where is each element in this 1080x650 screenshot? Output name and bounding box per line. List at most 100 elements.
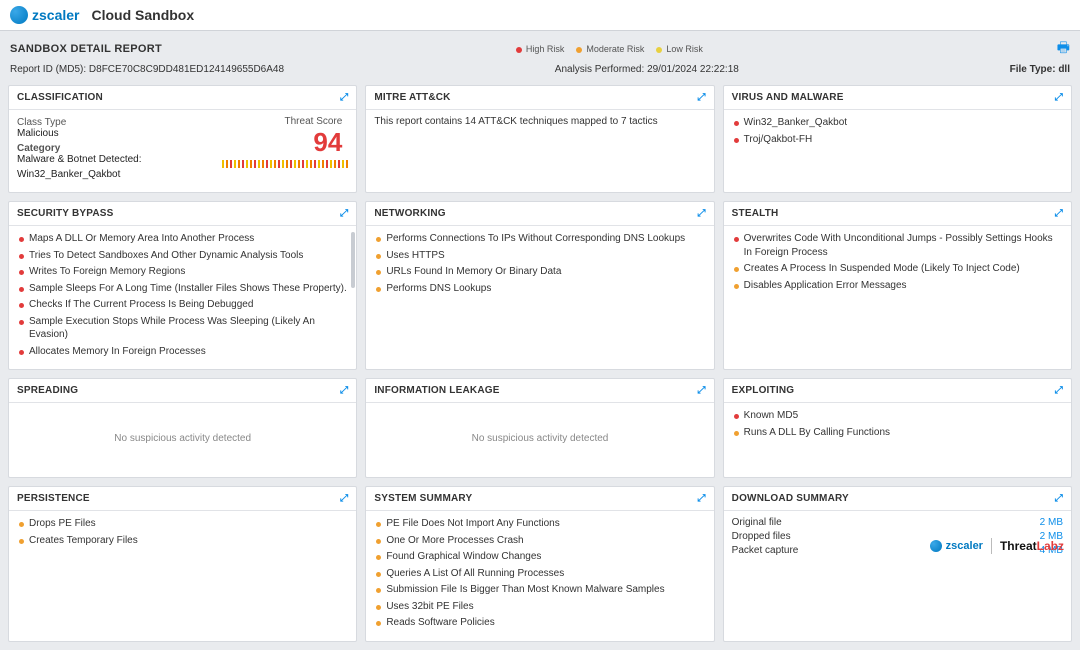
footer-divider xyxy=(991,538,992,554)
print-icon[interactable]: 🖶 xyxy=(1057,37,1070,61)
expand-icon[interactable]: ⤢ xyxy=(340,93,348,103)
expand-icon[interactable]: ⤢ xyxy=(1055,209,1063,219)
list-item: Performs DNS Lookups xyxy=(374,282,705,296)
classification-card: CLASSIFICATION ⤢ Class Type Malicious Ca… xyxy=(8,85,357,193)
risk-legend: High Risk Moderate Risk Low Risk xyxy=(516,44,703,54)
expand-icon[interactable]: ⤢ xyxy=(697,494,705,504)
legend-low: Low Risk xyxy=(656,44,703,54)
list-item: Checks If The Current Process Is Being D… xyxy=(17,298,348,312)
footer-branding: zscaler ThreatLabz xyxy=(922,534,1072,558)
list-item: Found Graphical Window Changes xyxy=(374,550,705,564)
list-item: Maps A DLL Or Memory Area Into Another P… xyxy=(17,232,348,246)
legend-moderate: Moderate Risk xyxy=(576,44,644,54)
list-item: Uses 32bit PE Files xyxy=(374,600,705,614)
expand-icon[interactable]: ⤢ xyxy=(1055,494,1063,504)
download-label: Packet capture xyxy=(732,545,799,556)
list-item: Creates Temporary Files xyxy=(17,534,348,548)
download-row: Original file 2 MB xyxy=(732,517,1063,528)
system-summary-list: PE File Does Not Import Any Functions One… xyxy=(374,517,705,630)
expand-icon[interactable]: ⤢ xyxy=(1055,386,1063,396)
list-item: Performs Connections To IPs Without Corr… xyxy=(374,232,705,246)
legend-high: High Risk xyxy=(516,44,565,54)
list-item: Overwrites Code With Unconditional Jumps… xyxy=(732,232,1063,259)
list-item: One Or More Processes Crash xyxy=(374,534,705,548)
scrollbar-icon[interactable] xyxy=(351,232,355,288)
expand-icon[interactable]: ⤢ xyxy=(340,494,348,504)
expand-icon[interactable]: ⤢ xyxy=(697,93,705,103)
expand-icon[interactable]: ⤢ xyxy=(697,209,705,219)
class-type-label: Class Type xyxy=(17,117,216,128)
virus-malware-list: Win32_Banker_QakbotTroj/Qakbot-FH xyxy=(732,116,1063,146)
stealth-list-orange: Creates A Process In Suspended Mode (Lik… xyxy=(732,262,1063,292)
card-title: INFORMATION LEAKAGE xyxy=(374,385,499,396)
list-item: Runs A DLL By Calling Functions xyxy=(732,426,1063,440)
security-bypass-card: SECURITY BYPASS ⤢ Maps A DLL Or Memory A… xyxy=(8,201,357,370)
list-item: Reads Software Policies xyxy=(374,616,705,630)
networking-list: Performs Connections To IPs Without Corr… xyxy=(374,232,705,295)
spreading-card: SPREADING ⤢ No suspicious activity detec… xyxy=(8,378,357,478)
list-item: Queries A List Of All Running Processes xyxy=(374,567,705,581)
report-id: Report ID (MD5): D8FCE70C8C9DD481ED12414… xyxy=(10,64,284,75)
topbar: zscaler Cloud Sandbox xyxy=(0,0,1080,31)
list-item: PE File Does Not Import Any Functions xyxy=(374,517,705,531)
list-item: Disables Application Error Messages xyxy=(732,279,1063,293)
list-item: Known MD5 xyxy=(732,409,1063,423)
download-summary-card: DOWNLOAD SUMMARY ⤢ Original file 2 MB Dr… xyxy=(723,486,1072,642)
card-title: CLASSIFICATION xyxy=(17,92,103,103)
empty-message: No suspicious activity detected xyxy=(374,409,705,468)
download-summary-body: Original file 2 MB Dropped files 2 MB Pa… xyxy=(724,511,1071,641)
exploiting-list-orange: Runs A DLL By Calling Functions xyxy=(732,426,1063,440)
category-value: Malware & Botnet Detected: xyxy=(17,154,216,165)
card-title: STEALTH xyxy=(732,208,779,219)
card-title: PERSISTENCE xyxy=(17,493,90,504)
threat-score-value: 94 xyxy=(222,127,342,158)
category-label: Category xyxy=(17,143,216,154)
list-item: Uses HTTPS xyxy=(374,249,705,263)
app-title: Cloud Sandbox xyxy=(91,7,194,23)
security-bypass-list: Maps A DLL Or Memory Area Into Another P… xyxy=(17,232,348,358)
system-summary-card: SYSTEM SUMMARY ⤢ PE File Does Not Import… xyxy=(365,486,714,642)
list-item: Tries To Detect Sandboxes And Other Dyna… xyxy=(17,249,348,263)
download-label: Original file xyxy=(732,517,782,528)
expand-icon[interactable]: ⤢ xyxy=(340,209,348,219)
analysis-performed: Analysis Performed: 29/01/2024 22:22:18 xyxy=(555,64,739,75)
logo-swirl-icon xyxy=(930,540,942,552)
persistence-list: Drops PE Files Creates Temporary Files xyxy=(17,517,348,547)
list-item: Troj/Qakbot-FH xyxy=(732,133,1063,147)
persistence-card: PERSISTENCE ⤢ Drops PE Files Creates Temp… xyxy=(8,486,357,642)
list-item: Drops PE Files xyxy=(17,517,348,531)
list-item: URLs Found In Memory Or Binary Data xyxy=(374,265,705,279)
stealth-list-red: Overwrites Code With Unconditional Jumps… xyxy=(732,232,1063,259)
threat-score-label: Threat Score xyxy=(222,116,342,127)
brand-logo: zscaler xyxy=(10,6,79,24)
expand-icon[interactable]: ⤢ xyxy=(1055,93,1063,103)
list-item: Allocates Memory In Foreign Processes xyxy=(17,345,348,359)
card-title: SPREADING xyxy=(17,385,78,396)
card-title: NETWORKING xyxy=(374,208,445,219)
list-item: Writes To Foreign Memory Regions xyxy=(17,265,348,279)
card-title: MITRE ATT&CK xyxy=(374,92,450,103)
card-title: SYSTEM SUMMARY xyxy=(374,493,472,504)
networking-card: NETWORKING ⤢ Performs Connections To IPs… xyxy=(365,201,714,370)
cards-grid: CLASSIFICATION ⤢ Class Type Malicious Ca… xyxy=(0,79,1080,650)
footer-threatlabz-logo: ThreatLabz xyxy=(1000,539,1064,553)
file-type: File Type: dll xyxy=(1010,64,1070,75)
threat-score-bar xyxy=(222,160,348,168)
class-type-value: Malicious xyxy=(17,128,216,139)
report-title: SANDBOX DETAIL REPORT xyxy=(10,43,162,55)
expand-icon[interactable]: ⤢ xyxy=(340,386,348,396)
card-title: DOWNLOAD SUMMARY xyxy=(732,493,849,504)
info-leakage-card: INFORMATION LEAKAGE ⤢ No suspicious acti… xyxy=(365,378,714,478)
mitre-text: This report contains 14 ATT&CK technique… xyxy=(374,116,705,127)
card-title: EXPLOITING xyxy=(732,385,795,396)
download-link[interactable]: 2 MB xyxy=(1040,517,1063,528)
logo-swirl-icon xyxy=(10,6,28,24)
brand-text: zscaler xyxy=(32,7,79,23)
virus-malware-card: VIRUS AND MALWARE ⤢ Win32_Banker_QakbotT… xyxy=(723,85,1072,193)
mitre-card: MITRE ATT&CK ⤢ This report contains 14 A… xyxy=(365,85,714,193)
list-item: Submission File Is Bigger Than Most Know… xyxy=(374,583,705,597)
card-title: VIRUS AND MALWARE xyxy=(732,92,844,103)
header-strip: SANDBOX DETAIL REPORT High Risk Moderate… xyxy=(0,31,1080,79)
expand-icon[interactable]: ⤢ xyxy=(697,386,705,396)
footer-zscaler-logo: zscaler xyxy=(930,540,983,552)
